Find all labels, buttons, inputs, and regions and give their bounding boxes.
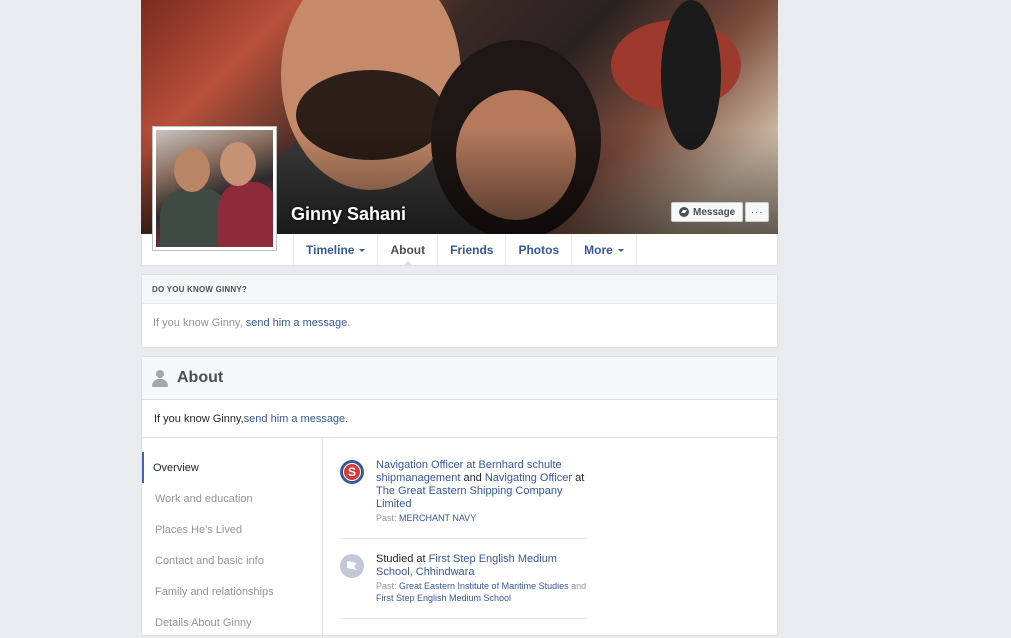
chevron-down-icon: [359, 248, 366, 255]
profile-name[interactable]: Ginny Sahani: [291, 204, 406, 225]
more-options-button[interactable]: ···: [745, 202, 770, 222]
past-school-link-1[interactable]: Great Eastern Institute of Maritime Stud…: [399, 581, 569, 591]
avatar: [156, 130, 273, 247]
about-title[interactable]: About: [177, 369, 223, 387]
about-nav-contact-info[interactable]: Contact and basic info: [142, 545, 322, 576]
job-title-link-2[interactable]: Navigating Officer: [485, 472, 572, 484]
about-overview-content: S Navigation Officer at Bernhard schulte…: [323, 438, 587, 638]
cover-actions: Message ···: [671, 202, 770, 222]
job-title-link[interactable]: Navigation Officer at: [376, 459, 479, 471]
employer-link-2[interactable]: The Great Eastern Shipping Company Limit…: [376, 485, 563, 510]
work-entry: S Navigation Officer at Bernhard schulte…: [340, 459, 587, 539]
profile-picture[interactable]: [152, 126, 277, 251]
chevron-down-icon: [617, 248, 624, 255]
education-past: Past: Great Eastern Institute of Maritim…: [376, 581, 587, 603]
do-you-know-card: DO YOU KNOW GINNY? If you know Ginny, se…: [141, 274, 778, 348]
messenger-icon: [679, 207, 689, 217]
school-icon[interactable]: [340, 554, 364, 578]
about-nav-work-education[interactable]: Work and education: [142, 483, 322, 514]
about-nav-family[interactable]: Family and relationships: [142, 576, 322, 607]
about-know-text: If you know Ginny, send him a message.: [142, 400, 777, 438]
tab-about[interactable]: About: [377, 234, 437, 266]
about-nav-details[interactable]: Details About Ginny: [142, 607, 322, 638]
about-card: About If you know Ginny, send him a mess…: [141, 356, 778, 638]
past-school-link-2[interactable]: First Step English Medium School: [376, 593, 511, 603]
tab-photos[interactable]: Photos: [505, 234, 571, 265]
about-sidebar: Overview Work and education Places He's …: [142, 438, 323, 638]
flag-icon: [347, 561, 357, 570]
education-summary: Studied at First Step English Medium Sch…: [376, 553, 557, 578]
tab-more[interactable]: More: [571, 234, 637, 265]
send-message-link[interactable]: send him a message: [246, 317, 348, 329]
about-header: About: [142, 357, 777, 400]
tab-timeline[interactable]: Timeline: [293, 234, 377, 265]
tab-friends[interactable]: Friends: [437, 234, 505, 265]
message-button-label: Message: [693, 206, 736, 218]
send-message-link[interactable]: send him a message: [244, 413, 346, 425]
about-nav-overview[interactable]: Overview: [142, 452, 322, 483]
company-logo-icon[interactable]: S: [340, 460, 364, 484]
education-entry: Studied at First Step English Medium Sch…: [340, 553, 587, 619]
do-you-know-heading: DO YOU KNOW GINNY?: [142, 275, 777, 304]
about-nav-places-lived[interactable]: Places He's Lived: [142, 514, 322, 545]
do-you-know-text: If you know Ginny, send him a message.: [153, 317, 351, 329]
message-button[interactable]: Message: [671, 202, 744, 222]
past-employer-link[interactable]: MERCHANT NAVY: [399, 513, 476, 523]
work-summary: Navigation Officer at Bernhard schulte s…: [376, 459, 585, 510]
person-icon: [152, 369, 168, 387]
work-past: Past: MERCHANT NAVY: [376, 513, 477, 523]
